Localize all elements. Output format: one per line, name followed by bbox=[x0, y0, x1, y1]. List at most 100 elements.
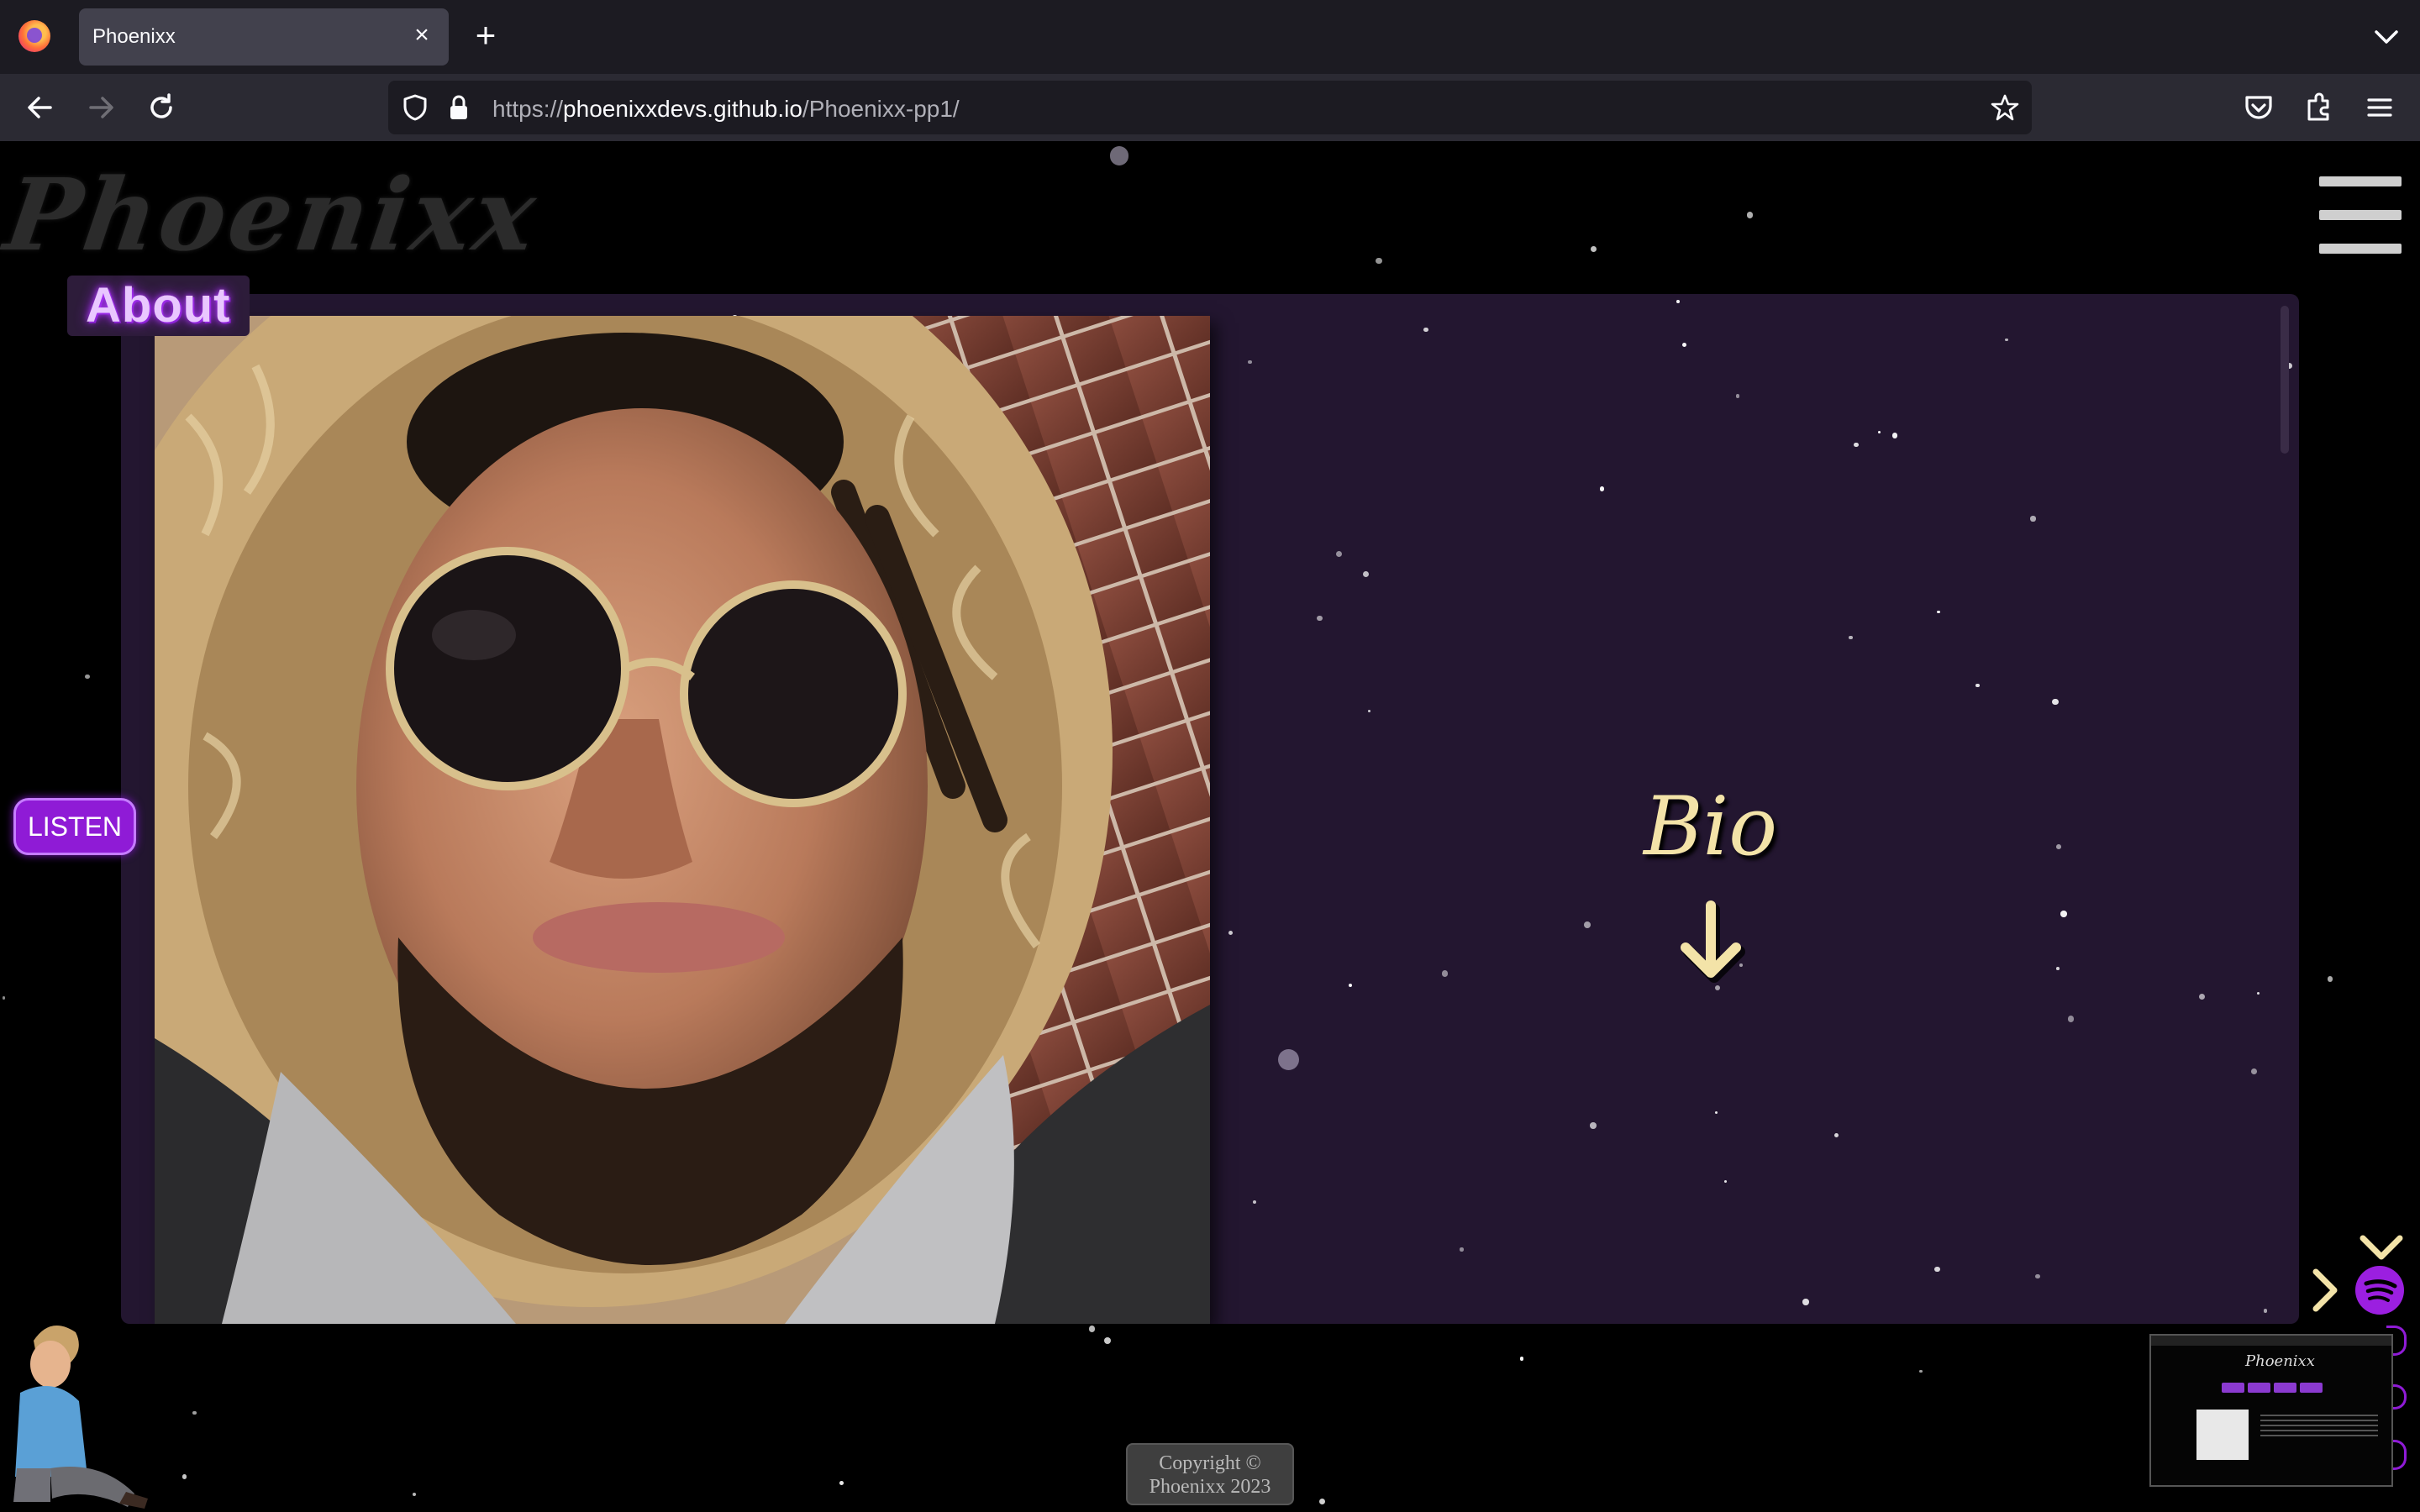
star-dot bbox=[1376, 257, 1382, 265]
chevron-down-icon[interactable] bbox=[2370, 20, 2403, 54]
copyright-line-1: Copyright © bbox=[1159, 1452, 1261, 1474]
star-dot bbox=[1975, 683, 1980, 688]
star-dot bbox=[1714, 1111, 1718, 1115]
star-dot bbox=[1934, 1266, 1940, 1273]
web-page: Phoenixx Bio About LISTEN Phoenixx Copyr… bbox=[0, 141, 2420, 1512]
star-icon[interactable] bbox=[1990, 92, 2020, 123]
spotify-icon[interactable] bbox=[2354, 1265, 2405, 1315]
thumb-logo: Phoenixx bbox=[2245, 1352, 2315, 1370]
url-bar[interactable]: https://phoenixxdevs.github.io/Phoenixx-… bbox=[388, 81, 2032, 134]
pocket-icon[interactable] bbox=[2240, 89, 2277, 126]
star-dot bbox=[1104, 1336, 1111, 1344]
star-dot bbox=[2034, 1273, 2040, 1279]
listen-button[interactable]: LISTEN bbox=[13, 798, 136, 855]
chevron-down-icon[interactable] bbox=[2358, 1231, 2405, 1265]
site-logo[interactable]: Phoenixx bbox=[0, 156, 545, 273]
star-dot bbox=[2030, 516, 2036, 522]
browser-tab-bar: Phoenixx × + bbox=[0, 0, 2420, 74]
star-dot bbox=[2, 996, 6, 1000]
star-dot bbox=[1591, 245, 1597, 252]
star-dot bbox=[1248, 360, 1252, 365]
star-dot bbox=[2056, 967, 2060, 971]
star-dot bbox=[1802, 1299, 1809, 1305]
browser-nav-bar: https://phoenixxdevs.github.io/Phoenixx-… bbox=[0, 74, 2420, 141]
url-host: phoenixxdevs.github.io bbox=[563, 96, 802, 122]
star-dot bbox=[1367, 710, 1370, 713]
star-dot bbox=[1335, 550, 1343, 558]
back-arrow-icon[interactable] bbox=[22, 89, 59, 126]
star-dot bbox=[1441, 970, 1449, 978]
reload-icon[interactable] bbox=[143, 89, 180, 126]
star-dot bbox=[2060, 911, 2067, 917]
star-dot bbox=[1460, 1247, 1464, 1252]
url-path: /Phoenixx-pp1/ bbox=[802, 96, 960, 122]
star-dot bbox=[1891, 433, 1898, 438]
star-dot bbox=[1877, 430, 1881, 434]
star-dot bbox=[1746, 212, 1754, 218]
star-dot bbox=[839, 1481, 844, 1485]
star-dot bbox=[85, 674, 90, 680]
shield-icon[interactable] bbox=[400, 92, 430, 123]
star-dot bbox=[192, 1410, 197, 1415]
url-scheme: https:// bbox=[492, 96, 564, 122]
star-dot bbox=[1519, 1357, 1523, 1361]
star-dot bbox=[2052, 698, 2059, 706]
about-panel: Bio bbox=[121, 294, 2299, 1324]
star-dot bbox=[1599, 486, 1605, 491]
star-dot bbox=[1252, 1200, 1257, 1205]
star-dot bbox=[2327, 976, 2333, 982]
star-dot bbox=[2251, 1068, 2258, 1074]
star-dot bbox=[2056, 843, 2062, 849]
bio-label[interactable]: Bio bbox=[1644, 780, 1777, 874]
profile-photo bbox=[155, 316, 1210, 1324]
about-section-title[interactable]: About bbox=[67, 276, 250, 336]
star-dot bbox=[1919, 1369, 1923, 1373]
star-dot bbox=[2256, 991, 2260, 995]
url-text: https://phoenixxdevs.github.io/Phoenixx-… bbox=[492, 96, 960, 123]
star-dot bbox=[182, 1474, 187, 1479]
star-dot bbox=[1348, 983, 1353, 987]
star-dot bbox=[1363, 571, 1370, 578]
chevron-right-icon[interactable] bbox=[2309, 1267, 2343, 1314]
star-dot bbox=[1423, 327, 1428, 333]
menu-icon[interactable] bbox=[2361, 89, 2398, 126]
star-dot bbox=[1724, 1179, 1728, 1184]
extensions-icon[interactable] bbox=[2301, 89, 2338, 126]
arrow-down-icon[interactable] bbox=[1677, 899, 1751, 986]
star-dot bbox=[2005, 339, 2008, 342]
star-dot bbox=[1277, 1048, 1299, 1070]
star-dot bbox=[1854, 442, 1859, 448]
thumb-image bbox=[2196, 1410, 2249, 1460]
browser-tab[interactable]: Phoenixx × bbox=[79, 8, 449, 66]
hamburger-menu-icon[interactable] bbox=[2319, 176, 2402, 254]
firefox-icon[interactable] bbox=[18, 20, 50, 52]
star-dot bbox=[1583, 921, 1591, 929]
star-dot bbox=[1318, 1498, 1326, 1505]
star-dot bbox=[1937, 611, 1940, 614]
page-preview-thumbnail[interactable]: Phoenixx bbox=[2149, 1334, 2393, 1487]
lock-icon[interactable] bbox=[444, 92, 474, 123]
star-dot bbox=[1736, 394, 1740, 398]
star-dot bbox=[1109, 146, 1129, 165]
star-dot bbox=[1228, 931, 1233, 936]
thumb-nav bbox=[2222, 1383, 2323, 1393]
star-dot bbox=[1681, 343, 1686, 348]
star-dot bbox=[1088, 1325, 1096, 1332]
star-dot bbox=[412, 1492, 417, 1496]
close-icon[interactable]: × bbox=[407, 20, 437, 50]
tab-title: Phoenixx bbox=[92, 25, 176, 48]
thumb-text bbox=[2260, 1415, 2378, 1440]
forward-arrow-icon[interactable] bbox=[82, 89, 119, 126]
plus-icon[interactable]: + bbox=[467, 18, 504, 55]
star-dot bbox=[1316, 615, 1323, 622]
star-dot bbox=[1590, 1122, 1597, 1129]
sitting-character-illustration bbox=[0, 1317, 151, 1512]
star-dot bbox=[2198, 994, 2206, 1000]
star-dot bbox=[2067, 1016, 2074, 1022]
thumb-browser-bar bbox=[2151, 1336, 2391, 1346]
star-dot bbox=[1833, 1132, 1839, 1137]
copyright-badge: Copyright © Phoenixx 2023 bbox=[1126, 1443, 1294, 1505]
panel-scrollbar[interactable] bbox=[2281, 306, 2289, 454]
star-dot bbox=[1849, 635, 1853, 639]
star-dot bbox=[1676, 299, 1680, 303]
